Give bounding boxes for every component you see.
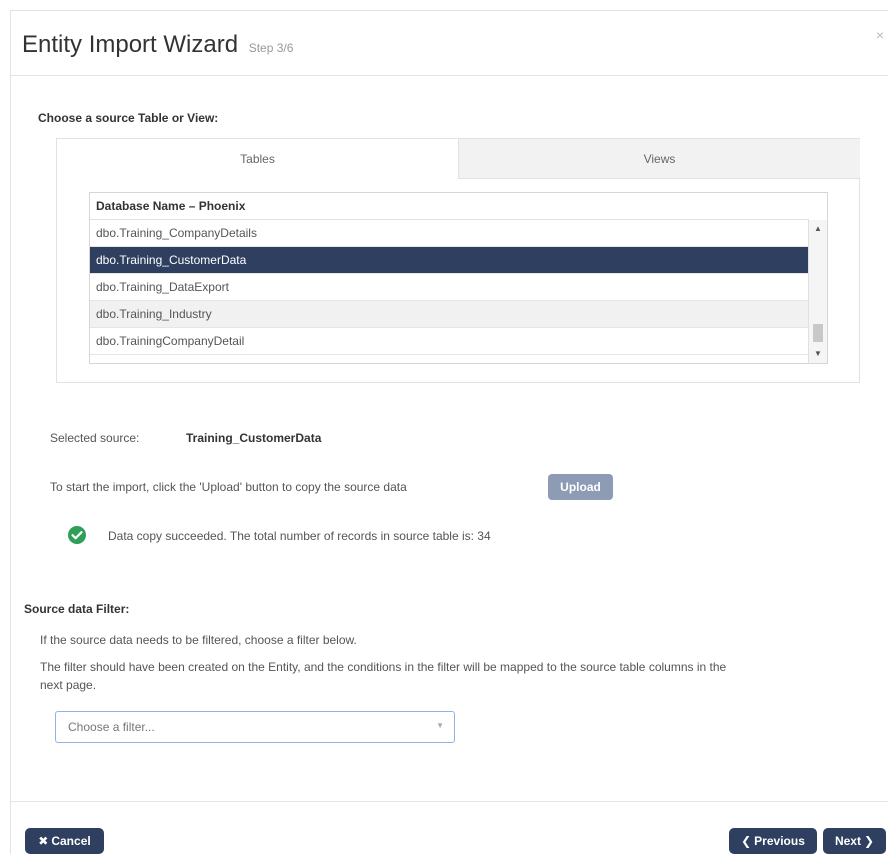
list-items: dbo.Training_CompanyDetails dbo.Training… — [90, 220, 809, 363]
next-button[interactable]: Next ❯ — [823, 828, 886, 854]
entity-import-wizard-dialog: Entity Import Wizard Step 3/6 × Choose a… — [10, 10, 888, 854]
source-filter-label: Source data Filter: — [24, 602, 130, 616]
list-item[interactable]: dbo.TrainingCompanyDetail — [90, 328, 809, 355]
upload-instruction: To start the import, click the 'Upload' … — [50, 480, 407, 494]
selected-source-value: Training_CustomerData — [186, 431, 322, 445]
cancel-button-label: Cancel — [51, 834, 91, 848]
listbox-scrollbar[interactable]: ▲ ▼ — [808, 220, 827, 363]
scroll-thumb[interactable] — [813, 324, 823, 342]
filter-instruction-1: If the source data needs to be filtered,… — [40, 633, 357, 647]
filter-instruction-2-cont: next page. — [40, 678, 97, 692]
check-circle-icon — [68, 526, 86, 544]
scroll-down-icon[interactable]: ▼ — [809, 347, 827, 361]
list-item[interactable]: dbo.Training_Industry — [90, 301, 809, 328]
upload-status-text: Data copy succeeded. The total number of… — [108, 529, 491, 543]
dialog-header: Entity Import Wizard Step 3/6 × — [11, 11, 888, 76]
source-tabs-panel: Tables Views Database Name – Phoenix dbo… — [56, 138, 860, 383]
previous-button[interactable]: ❮ Previous — [729, 828, 817, 854]
source-table-listbox[interactable]: Database Name – Phoenix dbo.Training_Com… — [89, 192, 828, 364]
chevron-right-icon: ❯ — [863, 834, 875, 848]
tab-views[interactable]: Views — [458, 139, 860, 179]
upload-button[interactable]: Upload — [548, 474, 613, 500]
selected-source-label: Selected source: — [50, 431, 140, 445]
list-item[interactable]: dbo.Training_CustomerData — [90, 247, 809, 274]
filter-select[interactable]: Choose a filter... ▼ — [55, 711, 455, 743]
chevron-left-icon: ❮ — [741, 834, 752, 848]
dialog-title-text: Entity Import Wizard — [22, 31, 239, 58]
choose-source-label: Choose a source Table or View: — [38, 111, 219, 125]
listbox-header: Database Name – Phoenix — [90, 193, 809, 220]
filter-placeholder: Choose a filter... — [68, 720, 155, 734]
cancel-button[interactable]: ✖ Cancel — [25, 828, 104, 854]
list-item[interactable]: dbo.Training_DataExport — [90, 274, 809, 301]
filter-instruction-2: The filter should have been created on t… — [40, 660, 727, 674]
close-icon[interactable]: × — [876, 27, 884, 43]
close-icon: ✖ — [38, 834, 49, 848]
dialog-title: Entity Import Wizard Step 3/6 — [22, 31, 293, 59]
dialog-footer: ✖ Cancel ❮ Previous Next ❯ — [11, 801, 888, 855]
tab-tables[interactable]: Tables — [57, 139, 458, 179]
scroll-up-icon[interactable]: ▲ — [809, 222, 827, 236]
list-item[interactable]: dbo.TrainingIndustryData — [90, 355, 809, 363]
previous-button-label: Previous — [754, 834, 805, 848]
step-indicator: Step 3/6 — [248, 41, 294, 55]
next-button-label: Next — [834, 834, 861, 848]
chevron-down-icon: ▼ — [436, 721, 444, 730]
list-item[interactable]: dbo.Training_CompanyDetails — [90, 220, 809, 247]
